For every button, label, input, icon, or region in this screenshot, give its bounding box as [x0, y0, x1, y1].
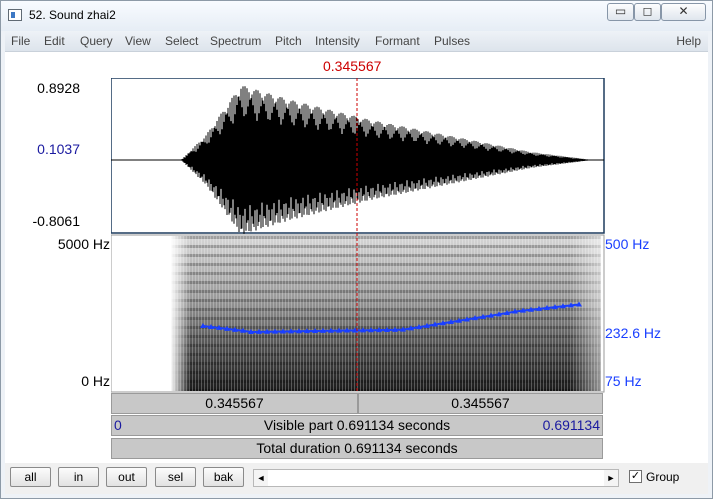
group-checkbox[interactable]: ✓	[629, 470, 642, 483]
zoom-back-button[interactable]: bak	[203, 467, 244, 487]
minimize-button[interactable]: ▭	[607, 3, 634, 21]
time-segment-left[interactable]: 0.345567	[111, 393, 358, 414]
bottom-toolbar: all in out sel bak ◄ ► ✓ Group	[5, 463, 708, 494]
menu-view[interactable]: View	[125, 34, 151, 48]
scroll-left-icon[interactable]: ◄	[254, 470, 268, 486]
menu-pitch[interactable]: Pitch	[275, 34, 302, 48]
time-segment-right[interactable]: 0.345567	[358, 393, 603, 414]
minimize-icon: ▭	[614, 4, 627, 18]
group-label: Group	[646, 470, 680, 484]
visible-start-label: 0	[114, 417, 122, 433]
menu-formant[interactable]: Formant	[375, 34, 420, 48]
menu-help[interactable]: Help	[676, 34, 701, 48]
close-icon: ✕	[678, 4, 689, 18]
menu-intensity[interactable]: Intensity	[315, 34, 360, 48]
pitch-mid-label: 232.6 Hz	[605, 325, 662, 341]
scroll-right-icon[interactable]: ►	[604, 470, 618, 486]
menu-pulses[interactable]: Pulses	[434, 34, 470, 48]
time-segment-left-label: 0.345567	[205, 395, 264, 411]
visible-end-label: 0.691134	[542, 417, 600, 433]
menu-query[interactable]: Query	[80, 34, 113, 48]
sound-canvas[interactable]: 0.345567 0.8928 0.1037 -0.8061 5000 Hz 0…	[5, 52, 708, 463]
close-button[interactable]: ✕	[661, 3, 706, 21]
cursor-time-label: 0.345567	[323, 58, 382, 74]
menu-file[interactable]: File	[11, 34, 30, 48]
zoom-selection-button[interactable]: sel	[155, 467, 196, 487]
maximize-button[interactable]: ◻	[634, 3, 661, 21]
signal-view[interactable]	[111, 78, 605, 393]
maximize-icon: ◻	[642, 4, 653, 18]
menu-bar: File Edit Query View Select Spectrum Pit…	[5, 31, 708, 52]
spectrogram-top-label: 5000 Hz	[57, 236, 110, 252]
zoom-out-button[interactable]: out	[106, 467, 147, 487]
time-segment-right-label: 0.345567	[451, 395, 510, 411]
menu-spectrum[interactable]: Spectrum	[210, 34, 261, 48]
pitch-bottom-label: 75 Hz	[605, 373, 642, 389]
total-duration-label: Total duration 0.691134 seconds	[256, 440, 458, 456]
editor-window: 52. Sound zhai2 ▭ ◻ ✕ File Edit Query Vi…	[0, 0, 713, 499]
waveform-mid-label: 0.1037	[37, 141, 80, 157]
horizontal-scrollbar[interactable]: ◄ ►	[253, 469, 619, 487]
zoom-all-button[interactable]: all	[10, 467, 51, 487]
window-title: 52. Sound zhai2	[29, 8, 116, 22]
visible-part-label: Visible part 0.691134 seconds	[263, 417, 451, 433]
waveform-max-label: 0.8928	[37, 80, 80, 96]
spectrogram-bottom-label: 0 Hz	[81, 373, 110, 389]
menu-edit[interactable]: Edit	[44, 34, 65, 48]
pitch-top-label: 500 Hz	[605, 236, 650, 252]
total-duration-bar[interactable]: Total duration 0.691134 seconds	[111, 438, 603, 459]
waveform-min-label: -0.8061	[32, 213, 80, 229]
zoom-in-button[interactable]: in	[58, 467, 99, 487]
menu-select[interactable]: Select	[165, 34, 198, 48]
title-bar: 52. Sound zhai2 ▭ ◻ ✕	[1, 1, 712, 31]
spectrogram	[111, 234, 605, 393]
visible-part-bar[interactable]: 0 Visible part 0.691134 seconds 0.691134	[111, 415, 603, 436]
app-icon	[8, 9, 22, 21]
